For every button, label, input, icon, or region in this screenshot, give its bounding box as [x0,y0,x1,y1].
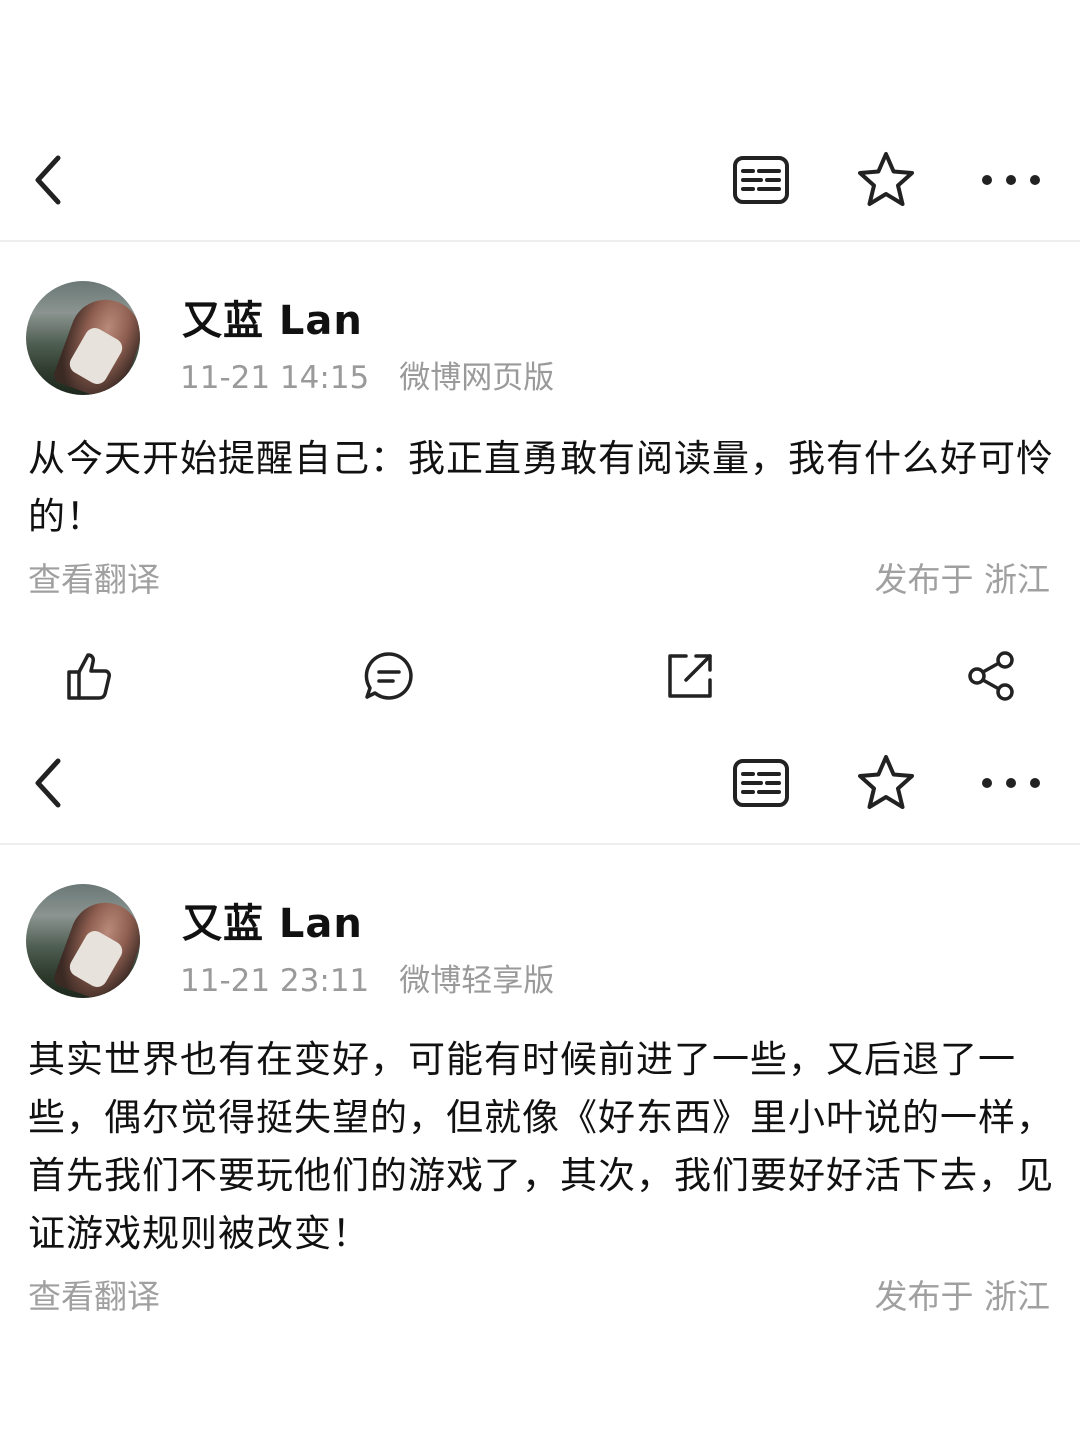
header-divider [0,843,1080,845]
post-location: 发布于 浙江 [874,1277,1051,1316]
reader-mode-button[interactable] [728,751,794,815]
post-source: 微博轻享版 [399,963,555,999]
star-outline-icon [858,152,914,206]
avatar[interactable] [26,281,140,395]
post-meta: 11-21 14:15 微博网页版 [180,352,554,397]
share-icon [968,651,1014,701]
top-navigation-bar [0,120,1080,240]
favorite-button[interactable] [852,749,920,817]
back-button[interactable] [20,748,76,818]
post-meta: 11-21 23:11 微博轻享版 [180,955,554,1000]
translate-link[interactable]: 查看翻译 [28,1270,160,1318]
reader-mode-icon [733,156,789,204]
more-button[interactable] [975,160,1047,200]
favorite-button[interactable] [852,146,920,214]
more-horizontal-icon [982,778,1040,788]
username[interactable]: 又蓝 Lan [182,891,363,949]
translate-link[interactable]: 查看翻译 [28,553,160,601]
more-horizontal-icon [982,175,1040,185]
like-button[interactable] [58,645,120,707]
repost-button[interactable] [659,645,721,707]
username[interactable]: 又蓝 Lan [182,288,363,346]
action-bar [0,630,1080,720]
chevron-left-icon [35,758,61,808]
star-outline-icon [858,755,914,809]
reader-mode-button[interactable] [728,148,794,212]
top-navigation-bar [0,723,1080,843]
chevron-left-icon [35,155,61,205]
repost-icon [668,654,712,698]
avatar[interactable] [26,884,140,998]
share-button[interactable] [960,645,1022,707]
comment-icon [364,652,413,700]
post-source: 微博网页版 [399,360,555,396]
header-divider [0,240,1080,242]
comment-button[interactable] [358,645,420,707]
post-time: 11-21 23:11 [180,963,370,999]
post-text: 其实世界也有在变好，可能有时候前进了一些，又后退了一些，偶尔觉得挺失望的，但就像… [28,1038,1054,1255]
back-button[interactable] [20,145,76,215]
post-time: 11-21 14:15 [180,360,370,396]
more-button[interactable] [975,763,1047,803]
post-text: 从今天开始提醒自己：我正直勇敢有阅读量，我有什么好可怜的！ [28,437,1054,538]
like-icon [67,653,111,700]
reader-mode-icon [733,759,789,807]
post-location: 发布于 浙江 [874,560,1051,599]
